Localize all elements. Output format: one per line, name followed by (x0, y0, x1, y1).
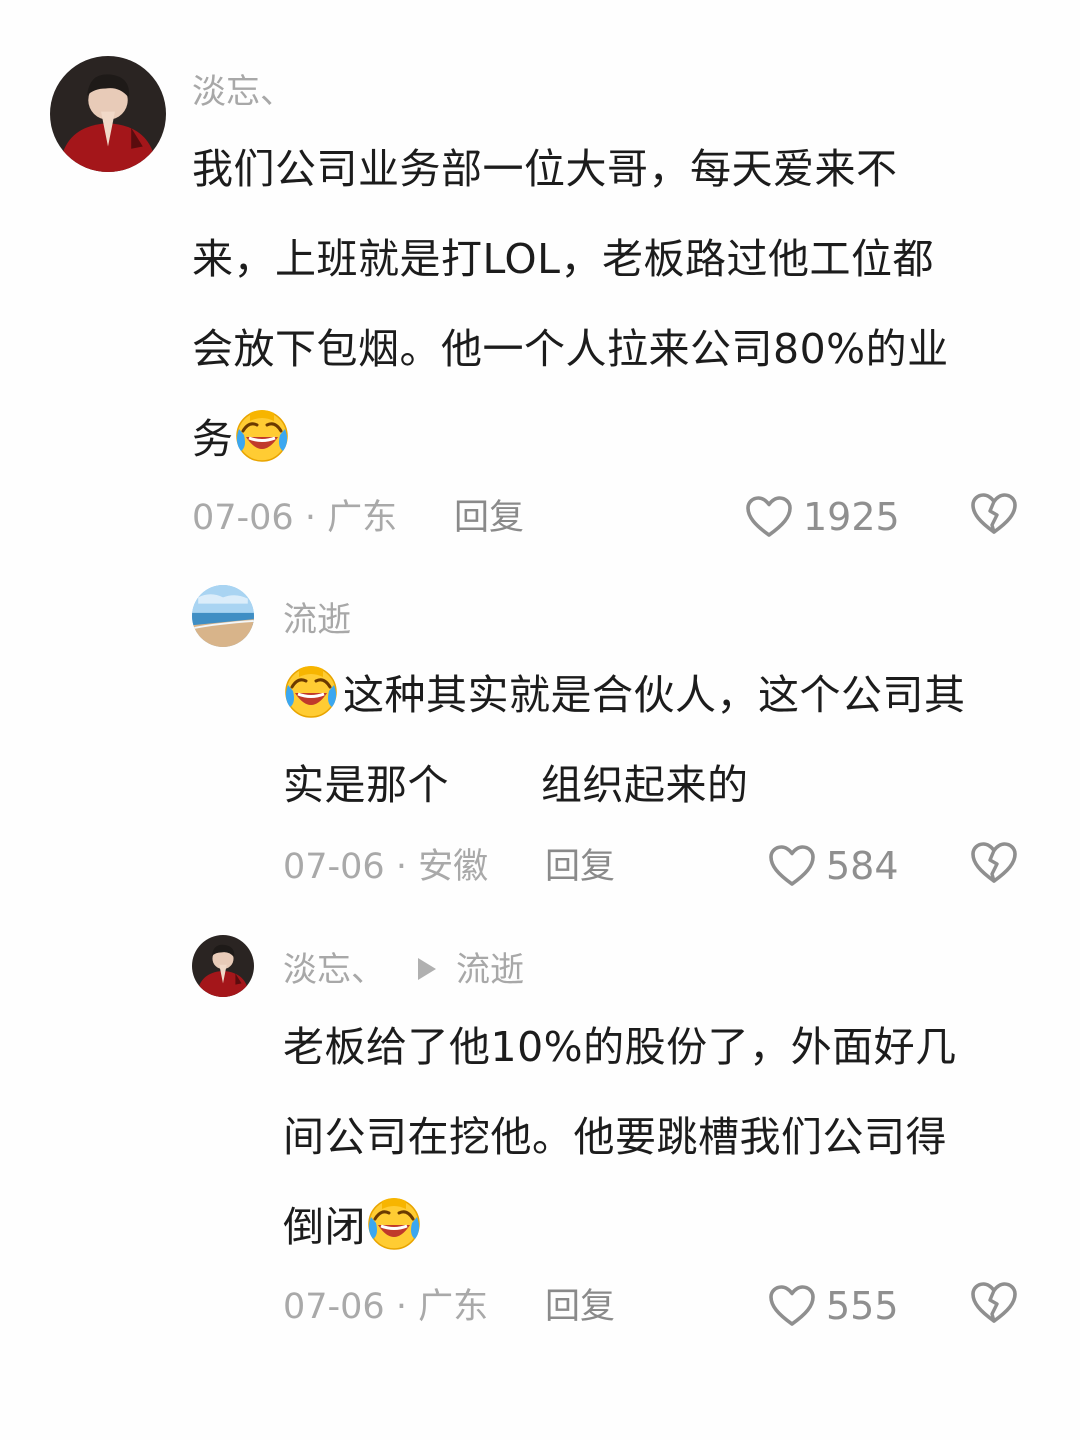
separator: · (395, 1287, 407, 1327)
comment-date: 07-06 (283, 847, 385, 887)
comment-text: 这种其实就是合伙人，这个公司其 实是那个 组织起来的 (283, 650, 966, 830)
reply-button[interactable]: 回复 (454, 496, 524, 540)
comment-line: 这种其实就是合伙人，这个公司其 (283, 650, 966, 740)
reply-button[interactable]: 回复 (545, 1285, 615, 1329)
like-count: 1925 (803, 495, 900, 539)
comment-line-text: 实是那个 (283, 761, 449, 809)
heart-outline-icon (768, 1284, 816, 1328)
heart-outline-icon (745, 495, 793, 539)
comment-line-text: 这种其实就是合伙人，这个公司其 (343, 671, 966, 719)
laugh-cry-emoji-icon (234, 407, 290, 463)
comment-meta: 07-06 · 安徽 (283, 845, 488, 889)
avatar-image (192, 585, 254, 647)
broken-heart-icon[interactable] (970, 492, 1018, 536)
comment-meta: 07-06 · 广东 (192, 496, 397, 540)
avatar[interactable] (50, 56, 166, 172)
avatar[interactable] (192, 935, 254, 997)
comment-line-text: 组织起来的 (541, 761, 749, 809)
reply-to-username[interactable]: 流逝 (456, 950, 524, 990)
broken-heart-icon[interactable] (970, 1281, 1018, 1325)
comment-location: 广东 (327, 498, 398, 538)
heart-outline-icon (768, 844, 816, 888)
separator: · (304, 498, 316, 538)
play-triangle-icon (418, 958, 436, 980)
comment-line: 我们公司业务部一位大哥，每天爱来不 (192, 145, 898, 193)
comment-text: 我们公司业务部一位大哥，每天爱来不 来，上班就是打LOL，老板路过他工位都 会放… (192, 124, 949, 484)
avatar[interactable] (192, 585, 254, 647)
comment-location: 安徽 (418, 847, 489, 887)
username[interactable]: 淡忘、 (192, 72, 294, 112)
avatar-image (192, 935, 254, 997)
broken-heart-icon[interactable] (970, 841, 1018, 885)
comment-line: 实是那个 组织起来的 (283, 740, 966, 830)
like-count: 555 (826, 1284, 899, 1328)
separator: · (395, 847, 407, 887)
username[interactable]: 淡忘、 (283, 950, 385, 990)
comment-location: 广东 (418, 1287, 489, 1327)
comment-line: 老板给了他10%的股份了，外面好几 (283, 1023, 957, 1071)
laugh-cry-emoji-icon (366, 1195, 422, 1251)
comment-meta: 07-06 · 广东 (283, 1285, 488, 1329)
comment-line: 会放下包烟。他一个人拉来公司80%的业 (192, 325, 949, 373)
like-button[interactable]: 584 (768, 841, 899, 891)
comment-date: 07-06 (192, 498, 294, 538)
comment-line: 务 (192, 394, 949, 484)
like-count: 584 (826, 844, 899, 888)
avatar-image (50, 56, 166, 172)
comment-date: 07-06 (283, 1287, 385, 1327)
laugh-cry-emoji-icon (283, 663, 339, 719)
comment-line: 间公司在挖他。他要跳槽我们公司得 (283, 1113, 947, 1161)
comment-line: 倒闭 (283, 1182, 957, 1272)
comment-text: 老板给了他10%的股份了，外面好几 间公司在挖他。他要跳槽我们公司得 倒闭 (283, 1002, 957, 1272)
comment-line-text: 务 (192, 415, 234, 463)
reply-button[interactable]: 回复 (545, 845, 615, 889)
like-button[interactable]: 1925 (745, 492, 900, 542)
like-button[interactable]: 555 (768, 1281, 899, 1331)
comment-line-text: 倒闭 (283, 1203, 366, 1251)
username[interactable]: 流逝 (283, 600, 351, 640)
comment-line: 来，上班就是打LOL，老板路过他工位都 (192, 235, 934, 283)
